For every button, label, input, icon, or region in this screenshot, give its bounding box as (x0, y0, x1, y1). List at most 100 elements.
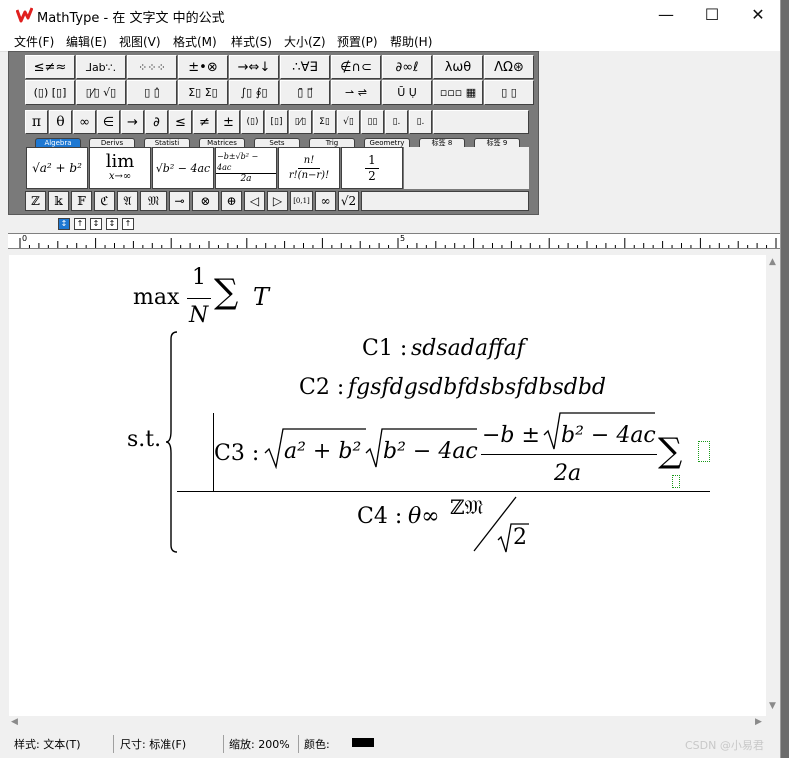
menu-format[interactable]: 格式(M) (173, 33, 217, 50)
palette-greek-lower-button[interactable]: λωθ (433, 55, 483, 79)
palette-fences-button[interactable]: (▯) [▯] (25, 80, 75, 105)
template-subscript-button[interactable]: ▯. (385, 110, 408, 134)
template-limit[interactable]: lim x→∞ (89, 147, 151, 189)
eq-placeholder-2[interactable] (672, 475, 680, 488)
template-combination[interactable]: n! r!(n−r)! (278, 147, 340, 189)
nudge-sub-subscript-button[interactable]: ↕ (90, 218, 102, 230)
maximize-button[interactable]: ☐ (689, 0, 735, 30)
palette-arrows-button[interactable]: →⇔↓ (229, 55, 279, 79)
palette-embellishments-button[interactable]: ⁘⁘⁘ (127, 55, 177, 79)
symbol-triangle-left-button[interactable]: ◁ (244, 191, 265, 211)
symbol-theta-button[interactable]: θ (49, 110, 72, 134)
palette-products-button[interactable]: Ū Ụ (382, 80, 432, 105)
symbol-double-struck-z-button[interactable]: ℤ (25, 191, 46, 211)
tab-trig[interactable]: Trig (309, 138, 355, 147)
symbol-triangle-right-button[interactable]: ▷ (267, 191, 288, 211)
palette-fractions-button[interactable]: ▯⁄▯ √▯ (76, 80, 126, 105)
symbol-right-arrow-button[interactable]: → (121, 110, 144, 134)
template-limit-text: lim (105, 151, 135, 172)
symbol-infinity-button[interactable]: ∞ (73, 110, 96, 134)
eq-placeholder-1[interactable] (698, 441, 710, 462)
palette-greek-upper-button[interactable]: ΛΩ⊛ (484, 55, 534, 79)
symbol-leq-button[interactable]: ≤ (169, 110, 192, 134)
eq-c4-label: C4 : (357, 504, 403, 529)
ruler-ticks (19, 238, 777, 248)
template-discriminant[interactable]: √b² − 4ac (152, 147, 214, 189)
nudge-symbol-button[interactable]: ↕ (106, 218, 118, 230)
menu-file[interactable]: 文件(F) (14, 33, 54, 50)
symbol-sqrt2-button[interactable]: √2 (338, 191, 359, 211)
palette-sets-button[interactable]: ∉∩⊂ (331, 55, 381, 79)
tab-matrices[interactable]: Matrices (199, 138, 245, 147)
menu-bar: 文件(F) 编辑(E) 视图(V) 格式(M) 样式(S) 大小(Z) 预置(P… (0, 30, 780, 52)
eq-main-frac-bar (177, 491, 710, 492)
symbol-fraktur-m-button[interactable]: 𝔐 (140, 191, 167, 211)
symbol-infinity-small-button[interactable]: ∞ (315, 191, 336, 211)
menu-preferences[interactable]: 预置(P) (337, 33, 378, 50)
palette-boxes-button[interactable]: ▯ ▯ (484, 80, 534, 105)
template-brackets-button[interactable]: [▯] (265, 110, 288, 134)
palette-operators-button[interactable]: ±•⊗ (178, 55, 228, 79)
template-subsup-button[interactable]: ▯. (409, 110, 432, 134)
symbol-interval-button[interactable]: [0,1] (290, 191, 313, 211)
menu-size[interactable]: 大小(Z) (284, 33, 326, 50)
close-button[interactable]: ✕ (735, 0, 780, 30)
nudge-subscript-button[interactable]: ↑ (74, 218, 86, 230)
palette-relational-button[interactable]: ≤≠≈ (25, 55, 75, 79)
symbol-neq-button[interactable]: ≠ (193, 110, 216, 134)
menu-view[interactable]: 视图(V) (119, 33, 161, 50)
nudge-full-size-button[interactable]: ↕ (58, 218, 70, 230)
tab-statistics[interactable]: Statisti (144, 138, 190, 147)
tab-geometry[interactable]: Geometry (364, 138, 410, 147)
palette-logic-button[interactable]: ∴∀∃ (280, 55, 330, 79)
nudge-sub-symbol-button[interactable]: ↑ (122, 218, 134, 230)
symbol-double-struck-f-button[interactable]: 𝔽 (71, 191, 92, 211)
symbol-element-of-button[interactable]: ∈ (97, 110, 120, 134)
symbol-otimes-button[interactable]: ⊗ (192, 191, 219, 211)
mathtype-window: MathType - 在 文字文 中的公式 — ☐ ✕ 文件(F) 编辑(E) … (0, 0, 781, 758)
palette-matrices-button[interactable]: ▫▫▫ ▦ (433, 80, 483, 105)
scroll-left-icon[interactable]: ◀ (11, 717, 18, 727)
horizontal-scrollbar[interactable]: ◀ ▶ (9, 716, 766, 730)
template-fraction-button[interactable]: ▯⁄▯ (289, 110, 312, 134)
tab-label-8[interactable]: 标签 8 (419, 138, 465, 147)
scroll-down-icon[interactable]: ▼ (769, 701, 776, 711)
menu-help[interactable]: 帮助(H) (390, 33, 432, 50)
menu-style[interactable]: 样式(S) (231, 33, 272, 50)
eq-c3-den: 2a (554, 461, 582, 486)
menu-edit[interactable]: 编辑(E) (66, 33, 107, 50)
tab-algebra[interactable]: Algebra (35, 138, 81, 147)
symbol-multimap-button[interactable]: ⊸ (169, 191, 190, 211)
template-one-half[interactable]: 1 2 (341, 147, 403, 189)
palette-bars-button[interactable]: ▯̄ ▯⃗ (280, 80, 330, 105)
symbol-fraktur-c-button[interactable]: ℭ (94, 191, 115, 211)
template-superscript-button[interactable]: ▯▯ (361, 110, 384, 134)
palette-spaces-button[interactable]: ⅃ab∵. (76, 55, 126, 79)
palette-integrals-button[interactable]: ∫▯ ∮▯ (229, 80, 279, 105)
palette-misc-button[interactable]: ∂∞ℓ (382, 55, 432, 79)
palette-scripts-button[interactable]: ▯ ▯̂ (127, 80, 177, 105)
template-hypotenuse[interactable]: √a² + b² (26, 147, 88, 189)
symbol-pi-button[interactable]: π (25, 110, 48, 134)
template-parentheses-button[interactable]: (▯) (241, 110, 264, 134)
window-title: MathType - 在 文字文 中的公式 (37, 11, 225, 26)
vertical-scrollbar[interactable]: ▲ ▼ (766, 255, 780, 716)
eq-frac-bar (187, 298, 211, 299)
palette-sums-button[interactable]: Σ▯ Σ▯ (178, 80, 228, 105)
symbol-fraktur-a-button[interactable]: 𝔄 (117, 191, 138, 211)
palette-labeled-arrows-button[interactable]: ⇀ ⇌ (331, 80, 381, 105)
tab-sets[interactable]: Sets (254, 138, 300, 147)
scroll-right-icon[interactable]: ▶ (755, 717, 762, 727)
tab-derivs[interactable]: Derivs (89, 138, 135, 147)
scroll-up-icon[interactable]: ▲ (769, 257, 776, 267)
template-quadratic-formula[interactable]: −b±√b² − 4ac 2a (215, 147, 277, 189)
template-sum-button[interactable]: Σ▯ (313, 110, 336, 134)
template-sqrt-button[interactable]: √▯ (337, 110, 360, 134)
symbol-plusminus-button[interactable]: ± (217, 110, 240, 134)
symbol-partial-button[interactable]: ∂ (145, 110, 168, 134)
equation-editor[interactable]: max 1 N ∑ T s.t. C1 : sdsadaffaf C2 : fg… (9, 255, 766, 716)
symbol-double-struck-k-button[interactable]: 𝕜 (48, 191, 69, 211)
tab-label-9[interactable]: 标签 9 (474, 138, 520, 147)
symbol-oplus-button[interactable]: ⊕ (221, 191, 242, 211)
minimize-button[interactable]: — (643, 0, 689, 30)
